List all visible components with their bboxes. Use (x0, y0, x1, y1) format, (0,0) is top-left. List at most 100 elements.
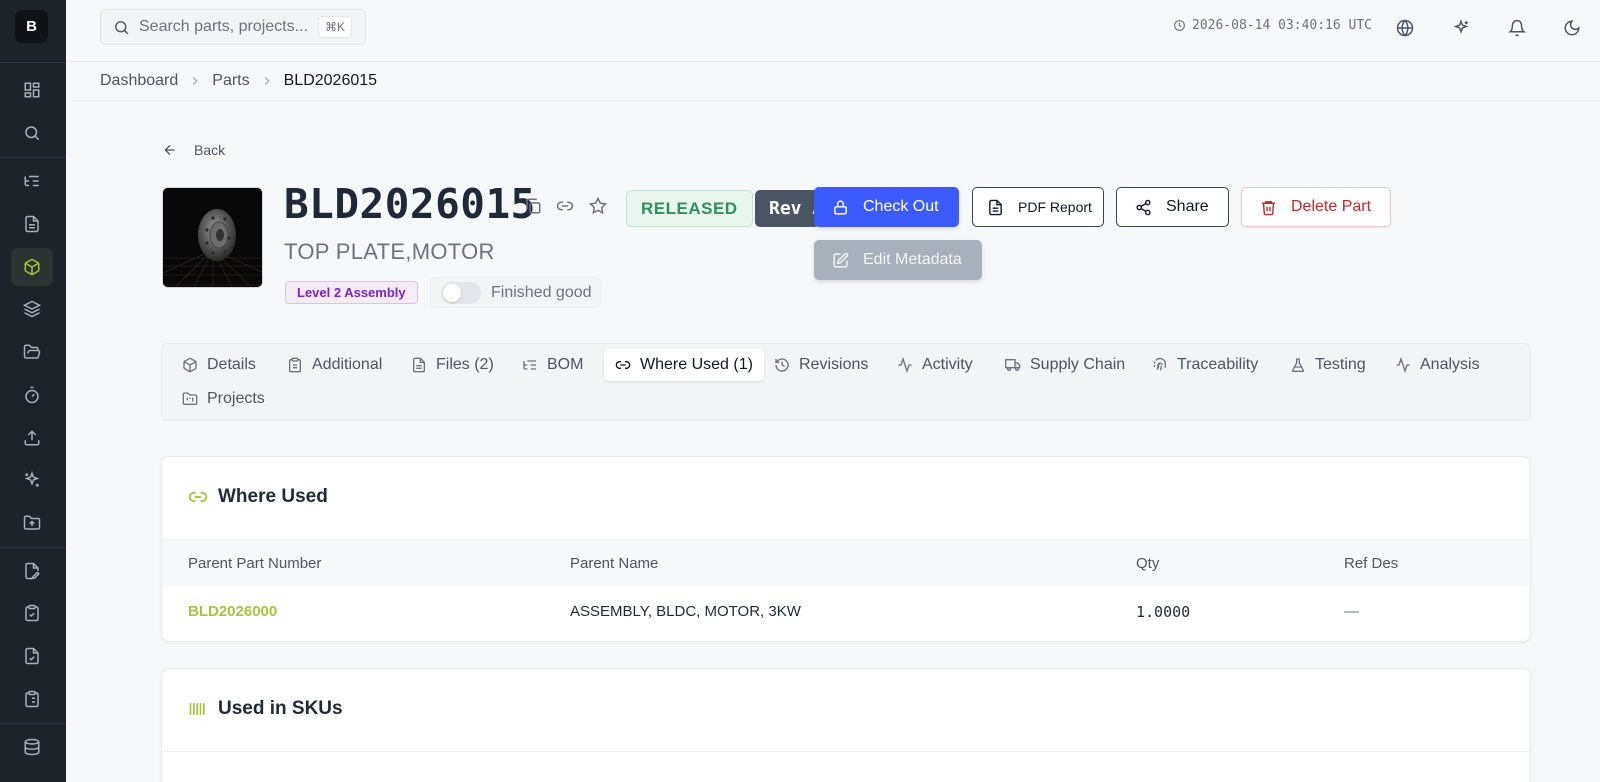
qty-cell: 1.0000 (1136, 603, 1191, 621)
sidebar-item-compliance[interactable] (11, 637, 53, 675)
tab-where-used[interactable]: Where Used (1) (604, 349, 764, 381)
pdf-report-label: PDF Report (1018, 199, 1092, 215)
language-button[interactable] (1393, 16, 1417, 40)
favorite-button[interactable] (589, 197, 609, 217)
back-button[interactable]: Back (162, 142, 225, 158)
sidebar-item-timer[interactable] (11, 376, 53, 414)
tab-projects[interactable]: Projects (171, 383, 276, 415)
ref-des-cell: — (1344, 603, 1359, 620)
tab-supply-chain[interactable]: Supply Chain (994, 349, 1136, 381)
level-badge: Level 2 Assembly (285, 281, 418, 304)
fingerprint-icon (1153, 357, 1167, 371)
sidebar-item-parts[interactable] (11, 248, 53, 286)
database-icon (24, 738, 40, 756)
history-icon (775, 358, 789, 372)
search-icon (115, 20, 129, 34)
part-render-image (163, 188, 262, 287)
tab-traceability[interactable]: Traceability (1141, 349, 1269, 381)
tab-activity[interactable]: Activity (886, 349, 984, 381)
toggle-knob (443, 283, 461, 302)
file-text-icon (25, 215, 39, 233)
part-thumbnail[interactable] (162, 187, 263, 288)
share-button[interactable]: Share (1116, 187, 1229, 227)
datetime: 2026-08-14 03:40:16 UTC (1192, 18, 1373, 33)
revision-badge: Rev A (755, 190, 819, 227)
column-header[interactable]: Parent Name (570, 555, 658, 572)
copy-icon (526, 198, 541, 214)
sidebar-item-bom[interactable] (11, 162, 53, 200)
tab-revisions[interactable]: Revisions (763, 349, 879, 381)
cube-icon (183, 357, 197, 373)
card-divider (162, 751, 1530, 752)
where-used-title: Where Used (188, 486, 328, 508)
sidebar-divider (0, 62, 66, 63)
check-out-label: Check Out (863, 198, 939, 215)
list-tree-icon (24, 175, 39, 187)
tab-bom[interactable]: BOM (511, 349, 594, 381)
column-header[interactable]: Parent Part Number (188, 555, 321, 572)
clipboard-icon (289, 357, 301, 373)
link-icon (556, 201, 574, 211)
sidebar-item-dashboard[interactable] (11, 71, 53, 109)
finished-good-toggle[interactable] (441, 281, 481, 304)
column-header[interactable]: Ref Des (1344, 555, 1398, 572)
sidebar-item-change-orders[interactable] (11, 552, 53, 590)
share-icon (1136, 199, 1151, 215)
edit-metadata-button[interactable]: Edit Metadata (814, 240, 982, 280)
notifications-button[interactable] (1505, 16, 1529, 40)
sidebar-item-search[interactable] (11, 114, 53, 152)
pdf-report-button[interactable]: PDF Report (972, 187, 1104, 227)
sparkles-icon (24, 471, 40, 487)
link-icon (615, 361, 631, 369)
timer-icon (25, 386, 39, 404)
parent-part-link[interactable]: BLD2026000 (188, 603, 277, 620)
finished-good-toggle-group: Finished good (430, 277, 601, 308)
used-in-skus-title-text: Used in SKUs (218, 698, 343, 719)
tab-files[interactable]: Files (2) (400, 349, 505, 381)
ai-assistant-button[interactable] (1449, 16, 1473, 40)
sidebar-divider (0, 547, 66, 548)
activity-icon (898, 357, 912, 373)
clock: 2026-08-14 03:40:16 UTC (1173, 18, 1372, 33)
sidebar-item-database[interactable] (11, 728, 53, 766)
app-logo[interactable]: B (15, 10, 48, 43)
delete-part-button[interactable]: Delete Part (1241, 187, 1391, 227)
tab-label: Analysis (1420, 356, 1480, 373)
copy-link-button[interactable] (556, 197, 576, 217)
list-tree-icon (523, 360, 536, 370)
chevron-right-icon (193, 77, 198, 85)
breadcrumb-parts[interactable]: Parts (212, 72, 249, 90)
part-description: TOP PLATE,MOTOR (284, 239, 495, 264)
tab-additional[interactable]: Additional (276, 349, 393, 381)
link-icon (188, 491, 208, 503)
breadcrumb-divider (66, 100, 1600, 101)
tab-analysis[interactable]: Analysis (1384, 349, 1491, 381)
clock-icon (1174, 20, 1185, 31)
copy-button[interactable] (524, 197, 544, 217)
tab-label: Files (2) (436, 356, 494, 373)
sidebar-item-ai[interactable] (11, 461, 53, 499)
sidebar-item-tasks[interactable] (11, 680, 53, 718)
check-out-button[interactable]: Check Out (814, 187, 959, 227)
arrow-left-icon (164, 144, 175, 156)
sidebar-item-approvals[interactable] (11, 594, 53, 632)
tab-label: Details (207, 356, 256, 373)
column-header[interactable]: Qty (1136, 555, 1159, 572)
table-header: Parent Part Number Parent Name Qty Ref D… (162, 539, 1530, 586)
parent-name-cell: ASSEMBLY, BLDC, MOTOR, 3KW (570, 603, 801, 620)
search-icon (25, 126, 40, 141)
moon-icon (1564, 20, 1580, 36)
tab-testing[interactable]: Testing (1279, 349, 1377, 381)
sidebar-item-upload[interactable] (11, 419, 53, 457)
sidebar-item-projects[interactable] (11, 333, 53, 371)
sidebar-item-import[interactable] (11, 504, 53, 542)
tab-label: Traceability (1177, 356, 1259, 373)
theme-toggle[interactable] (1560, 16, 1584, 40)
breadcrumb-dashboard[interactable]: Dashboard (100, 72, 178, 90)
sidebar-item-layers[interactable] (11, 290, 53, 328)
sidebar-item-documents[interactable] (11, 205, 53, 243)
tab-details[interactable]: Details (171, 349, 267, 381)
used-in-skus-title: Used in SKUs (188, 698, 343, 720)
file-pen-icon (25, 562, 40, 580)
search-input[interactable]: Search parts, projects... ⌘K (100, 9, 366, 45)
